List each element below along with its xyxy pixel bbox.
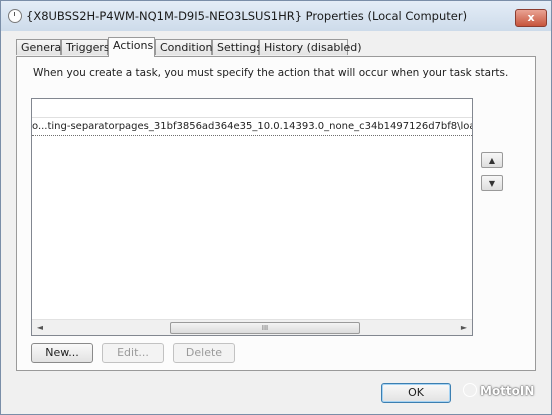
watermark: MottoIN xyxy=(463,383,534,398)
tab-general[interactable]: General xyxy=(16,39,64,55)
properties-dialog: {X8UBSS2H-P4WM-NQ1M-D9I5-NEO3LSUS1HR} Pr… xyxy=(0,0,552,415)
tab-actions[interactable]: Actions xyxy=(108,37,155,57)
tab-triggers[interactable]: Triggers xyxy=(61,39,110,55)
scroll-thumb[interactable]: III xyxy=(170,322,360,334)
move-up-button[interactable]: ▲ xyxy=(481,152,503,168)
clock-icon xyxy=(8,9,22,23)
scroll-left-icon[interactable]: ◄ xyxy=(32,320,48,335)
title-bar[interactable]: {X8UBSS2H-P4WM-NQ1M-D9I5-NEO3LSUS1HR} Pr… xyxy=(1,1,551,31)
scroll-right-icon[interactable]: ► xyxy=(456,320,472,335)
tab-conditions[interactable]: Conditions xyxy=(155,39,218,55)
edit-action-button[interactable]: Edit... xyxy=(102,343,164,363)
move-down-button[interactable]: ▼ xyxy=(481,175,503,191)
delete-action-button[interactable]: Delete xyxy=(173,343,235,363)
horizontal-scrollbar[interactable]: ◄ III ► xyxy=(32,319,472,335)
window-title: {X8UBSS2H-P4WM-NQ1M-D9I5-NEO3LSUS1HR} Pr… xyxy=(26,9,468,23)
list-header xyxy=(32,99,472,118)
tab-settings[interactable]: Settings xyxy=(212,39,262,55)
new-action-button[interactable]: New... xyxy=(31,343,93,363)
actions-list[interactable]: o...ting-separatorpages_31bf3856ad364e35… xyxy=(31,98,473,336)
watermark-text: MottoIN xyxy=(480,384,535,398)
actions-description: When you create a task, you must specify… xyxy=(33,67,509,79)
ok-button[interactable]: OK xyxy=(381,383,451,403)
list-item[interactable]: o...ting-separatorpages_31bf3856ad364e35… xyxy=(32,119,472,136)
tab-history[interactable]: History (disabled) xyxy=(259,39,362,55)
close-button[interactable]: x xyxy=(515,9,547,27)
watermark-icon xyxy=(463,383,477,397)
